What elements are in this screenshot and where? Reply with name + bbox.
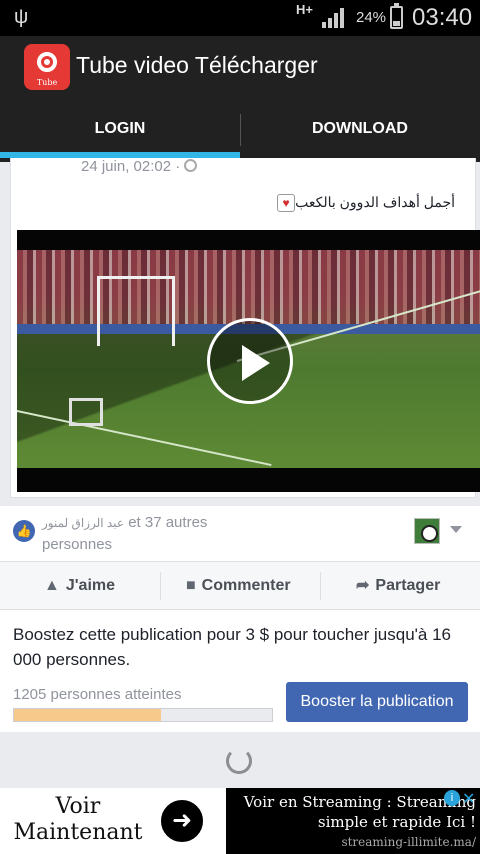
usb-icon: ψ [14, 6, 29, 28]
chevron-down-icon[interactable] [450, 526, 462, 533]
post-text: أجمل أهداف الدوون بالكعب♥ [271, 194, 455, 212]
ad-subline: simple et rapide Ici ! [317, 813, 476, 831]
heart-emoji-icon: ♥ [277, 194, 296, 212]
tab-download[interactable]: DOWNLOAD [240, 98, 480, 162]
thumbs-up-icon: ▲ [44, 577, 60, 594]
app-logo-text: Tube [36, 78, 58, 87]
comment-button[interactable]: ■ Commenter [186, 562, 291, 610]
ad-cta-text: Voir Maintenant [13, 794, 143, 845]
comment-label: Commenter [201, 577, 291, 594]
app-title: Tube video Télécharger [76, 52, 318, 78]
status-bar: ψ H+ 24% 03:40 [0, 0, 480, 36]
reach-progress-bar [13, 708, 273, 722]
reactions-bar[interactable]: 👍 عبد الرزاق لمنور et 37 autres personne… [0, 506, 480, 562]
globe-icon [184, 159, 198, 172]
feed-content[interactable]: 24 juin, 02:02 · أجمل أهداف الدوون بالكع… [0, 158, 480, 788]
like-button[interactable]: ▲ J'aime [44, 562, 115, 610]
like-label: J'aime [65, 577, 116, 594]
post-timestamp[interactable]: 24 juin, 02:02 · [81, 158, 198, 175]
share-arrow-icon: ➦ [356, 577, 370, 594]
reactions-summary[interactable]: عبد الرزاق لمنور et 37 autres personnes [42, 512, 242, 556]
arrow-right-icon[interactable]: ➜ [158, 797, 206, 845]
play-icon[interactable] [207, 318, 293, 404]
share-label: Partager [375, 577, 441, 594]
boost-message: Boostez cette publication pour 3 $ pour … [13, 625, 451, 669]
network-type: H+ [296, 2, 313, 17]
ad-copy[interactable]: Voir en Streaming : Streaming simple et … [232, 792, 476, 852]
boost-panel: Boostez cette publication pour 3 $ pour … [0, 610, 480, 732]
action-divider [320, 572, 321, 600]
post-text-content: أجمل أهداف الدوون بالكعب [295, 194, 455, 210]
loading-area [0, 732, 480, 788]
boost-button[interactable]: Booster la publication [286, 682, 468, 722]
ad-headline: Voir en Streaming : Streaming [243, 793, 476, 811]
channel-watermark-icon [69, 398, 103, 426]
page-avatar[interactable] [414, 518, 440, 544]
clock: 03:40 [412, 4, 473, 31]
post-timestamp-text: 24 juin, 02:02 · [81, 158, 181, 175]
ad-cta-panel[interactable]: Voir Maintenant ➜ [0, 788, 226, 854]
battery-icon [390, 3, 403, 29]
signal-icon [322, 8, 344, 28]
battery-percent: 24% [356, 9, 387, 26]
post-actions: ▲ J'aime ■ Commenter ➦ Partager [0, 562, 480, 610]
post-card: 24 juin, 02:02 · أجمل أهداف الدوون بالكع… [10, 158, 480, 498]
action-divider [160, 572, 161, 600]
ad-banner[interactable]: Voir Maintenant ➜ Voir en Streaming : St… [0, 788, 480, 854]
reach-count: 1205 personnes atteintes [13, 686, 182, 703]
app-logo-icon: Tube [24, 44, 70, 90]
like-reaction-icon: 👍 [13, 520, 35, 542]
ad-info-icon[interactable]: i [444, 790, 460, 806]
video-player[interactable] [17, 230, 480, 492]
reactor-name: عبد الرزاق لمنور [42, 516, 125, 530]
share-button[interactable]: ➦ Partager [356, 562, 440, 610]
loading-spinner-icon [226, 748, 252, 774]
reach-progress-fill [14, 709, 162, 721]
comment-icon: ■ [186, 577, 196, 594]
app-bar: Tube Tube video Télécharger [0, 36, 480, 98]
ad-url: streaming-illimite.ma/ [341, 835, 476, 849]
close-icon[interactable]: ✕ [462, 789, 475, 809]
